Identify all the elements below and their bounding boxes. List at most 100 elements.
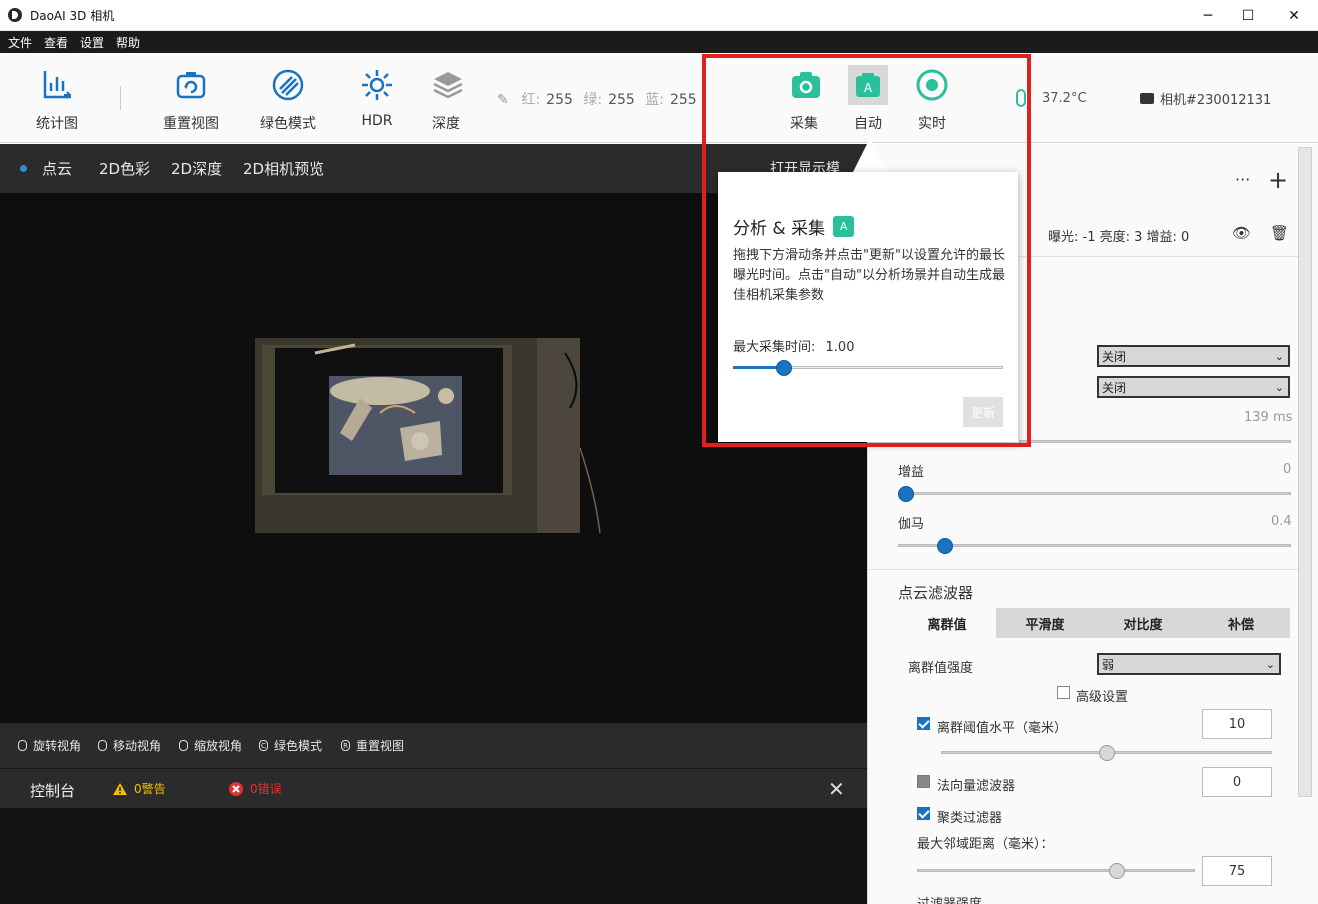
outlier-threshold-slider-handle[interactable] bbox=[1098, 745, 1115, 761]
trash-icon[interactable]: 🗑 bbox=[1270, 224, 1289, 242]
tab-contrast[interactable]: 对比度 bbox=[1094, 608, 1192, 638]
camera-small-icon bbox=[1140, 93, 1154, 104]
menu-settings[interactable]: 设置 bbox=[80, 34, 104, 51]
outlier-threshold-checkbox[interactable] bbox=[917, 717, 930, 730]
filter-tab-bar: 离群值 平滑度 对比度 补偿 bbox=[898, 608, 1290, 638]
normal-filter-label: 法向量滤波器 bbox=[937, 779, 1016, 794]
more-menu-button[interactable]: ··· bbox=[1235, 170, 1250, 189]
red-label: 红: bbox=[521, 92, 541, 108]
stats-label: 统计图 bbox=[36, 116, 78, 132]
gain-slider-handle[interactable] bbox=[897, 486, 914, 502]
hdr-button[interactable]: HDR bbox=[357, 65, 397, 129]
tab-smoothness[interactable]: 平滑度 bbox=[996, 608, 1094, 638]
outlier-threshold-label: 离群阈值水平（毫米） bbox=[937, 721, 1068, 736]
console-output[interactable] bbox=[0, 808, 867, 904]
error-count[interactable]: 0错误 bbox=[228, 780, 282, 797]
outlier-strength-value: 弱 bbox=[1102, 657, 1115, 672]
eye-icon[interactable]: 👁 bbox=[1232, 224, 1251, 242]
menu-view[interactable]: 查看 bbox=[44, 34, 68, 51]
toolbar-divider bbox=[120, 86, 121, 110]
add-button[interactable]: + bbox=[1268, 166, 1288, 194]
rgb-readout: ✎ 红: 255 绿: 255 蓝: 255 bbox=[497, 89, 697, 109]
rotate-view-hint[interactable]: 旋转视角 bbox=[18, 737, 81, 754]
capture-label: 采集 bbox=[790, 116, 818, 132]
console-title: 控制台 bbox=[30, 782, 76, 800]
auto-a-icon: A bbox=[848, 65, 888, 105]
exposure-slider-track[interactable] bbox=[1019, 440, 1291, 443]
green-mode-hint[interactable]: C 绿色模式 bbox=[259, 737, 322, 754]
normal-filter-input[interactable]: 0 bbox=[1202, 767, 1272, 797]
auto-button[interactable]: A 自动 bbox=[848, 65, 888, 133]
max-neighbor-slider-track[interactable] bbox=[917, 869, 1195, 872]
zoom-view-label: 缩放视角 bbox=[194, 739, 243, 753]
chevron-down-icon: ⌄ bbox=[1265, 658, 1275, 671]
eyedropper-icon[interactable]: ✎ bbox=[497, 92, 511, 108]
menu-file[interactable]: 文件 bbox=[8, 34, 32, 51]
minimize-button[interactable]: ─ bbox=[1186, 0, 1230, 31]
reset-view-hint-label: 重置视图 bbox=[356, 739, 405, 753]
advanced-settings-checkbox[interactable] bbox=[1057, 686, 1070, 699]
popup-title: 分析 & 采集 A bbox=[733, 214, 855, 239]
warning-count[interactable]: 0警告 bbox=[112, 780, 166, 797]
tab-point-cloud[interactable]: 点云 bbox=[19, 158, 72, 179]
gain-value: 0 bbox=[1283, 462, 1292, 477]
stats-button[interactable]: 统计图 bbox=[30, 65, 84, 133]
zoom-view-hint[interactable]: 缩放视角 bbox=[179, 737, 242, 754]
gain-slider-track[interactable] bbox=[898, 492, 1291, 495]
select-mode-2[interactable]: 关闭 ⌄ bbox=[1097, 376, 1290, 398]
menu-help[interactable]: 帮助 bbox=[116, 34, 140, 51]
select-mode-1[interactable]: 关闭 ⌄ bbox=[1097, 345, 1290, 367]
tab-2d-camera-preview[interactable]: 2D相机预览 bbox=[243, 158, 324, 179]
close-button[interactable]: ✕ bbox=[1272, 0, 1316, 31]
console-close-button[interactable]: ✕ bbox=[828, 777, 845, 801]
camera-id-label: 相机#230012131 bbox=[1160, 93, 1272, 108]
move-view-hint[interactable]: 移动视角 bbox=[98, 737, 161, 754]
normal-filter-checkbox[interactable] bbox=[917, 775, 930, 788]
toolbar: 统计图 重置视图 绿色模式 HDR 深度 ✎ 红: 255 绿: 255 蓝: … bbox=[0, 53, 1318, 143]
cluster-filter-checkbox[interactable] bbox=[917, 807, 930, 820]
tab-outlier[interactable]: 离群值 bbox=[898, 608, 996, 638]
reset-view-label: 重置视图 bbox=[163, 116, 219, 132]
red-value: 255 bbox=[546, 92, 573, 108]
panel-scrollbar[interactable] bbox=[1298, 147, 1312, 797]
window-title: DaoAI 3D 相机 bbox=[30, 9, 115, 23]
outlier-threshold-input[interactable]: 10 bbox=[1202, 709, 1272, 739]
green-mode-button[interactable]: 绿色模式 bbox=[257, 65, 319, 133]
maximize-button[interactable]: ☐ bbox=[1226, 0, 1270, 31]
green-mode-label: 绿色模式 bbox=[260, 116, 316, 132]
reset-view-button[interactable]: 重置视图 bbox=[160, 65, 222, 133]
app-window: DaoAI 3D 相机 ─ ☐ ✕ 文件 查看 设置 帮助 统计图 重置视图 绿… bbox=[0, 0, 1318, 904]
auto-badge-icon: A bbox=[833, 216, 855, 237]
depth-button[interactable]: 深度 bbox=[428, 65, 464, 133]
tab-2d-color[interactable]: 2D色彩 bbox=[99, 158, 150, 179]
record-icon bbox=[912, 65, 952, 105]
rotate-view-label: 旋转视角 bbox=[33, 739, 82, 753]
warning-icon bbox=[113, 782, 127, 795]
popup-arrow bbox=[853, 138, 887, 172]
max-neighbor-input[interactable]: 75 bbox=[1202, 856, 1272, 886]
depth-label: 深度 bbox=[432, 116, 460, 132]
update-button[interactable]: 更新 bbox=[963, 397, 1003, 427]
max-capture-time-value: 1.00 bbox=[825, 340, 855, 355]
console-header: 控制台 0警告 0错误 ✕ bbox=[0, 768, 867, 808]
reset-view-hint[interactable]: R 重置视图 bbox=[341, 737, 404, 754]
blue-label: 蓝: bbox=[645, 92, 664, 108]
max-neighbor-label: 最大邻域距离（毫米）： bbox=[917, 837, 1054, 852]
gamma-slider-track[interactable] bbox=[898, 544, 1291, 547]
tab-compensation[interactable]: 补偿 bbox=[1192, 608, 1290, 638]
outlier-strength-select[interactable]: 弱 ⌄ bbox=[1097, 653, 1281, 675]
layers-icon bbox=[428, 65, 468, 105]
mouse-left-icon bbox=[18, 740, 27, 751]
mouse-wheel-icon bbox=[179, 740, 188, 751]
app-logo-icon bbox=[8, 8, 22, 22]
key-c-icon: C bbox=[259, 740, 268, 751]
blue-value: 255 bbox=[669, 92, 697, 108]
error-icon bbox=[229, 781, 243, 796]
capture-button[interactable]: 采集 bbox=[786, 65, 822, 133]
camera-rotate-icon bbox=[171, 65, 211, 105]
outlier-strength-label: 离群值强度 bbox=[908, 661, 974, 676]
sun-icon bbox=[357, 65, 397, 105]
tab-2d-depth[interactable]: 2D深度 bbox=[171, 158, 222, 179]
realtime-button[interactable]: 实时 bbox=[912, 65, 952, 133]
warning-count-label: 0警告 bbox=[134, 782, 166, 796]
